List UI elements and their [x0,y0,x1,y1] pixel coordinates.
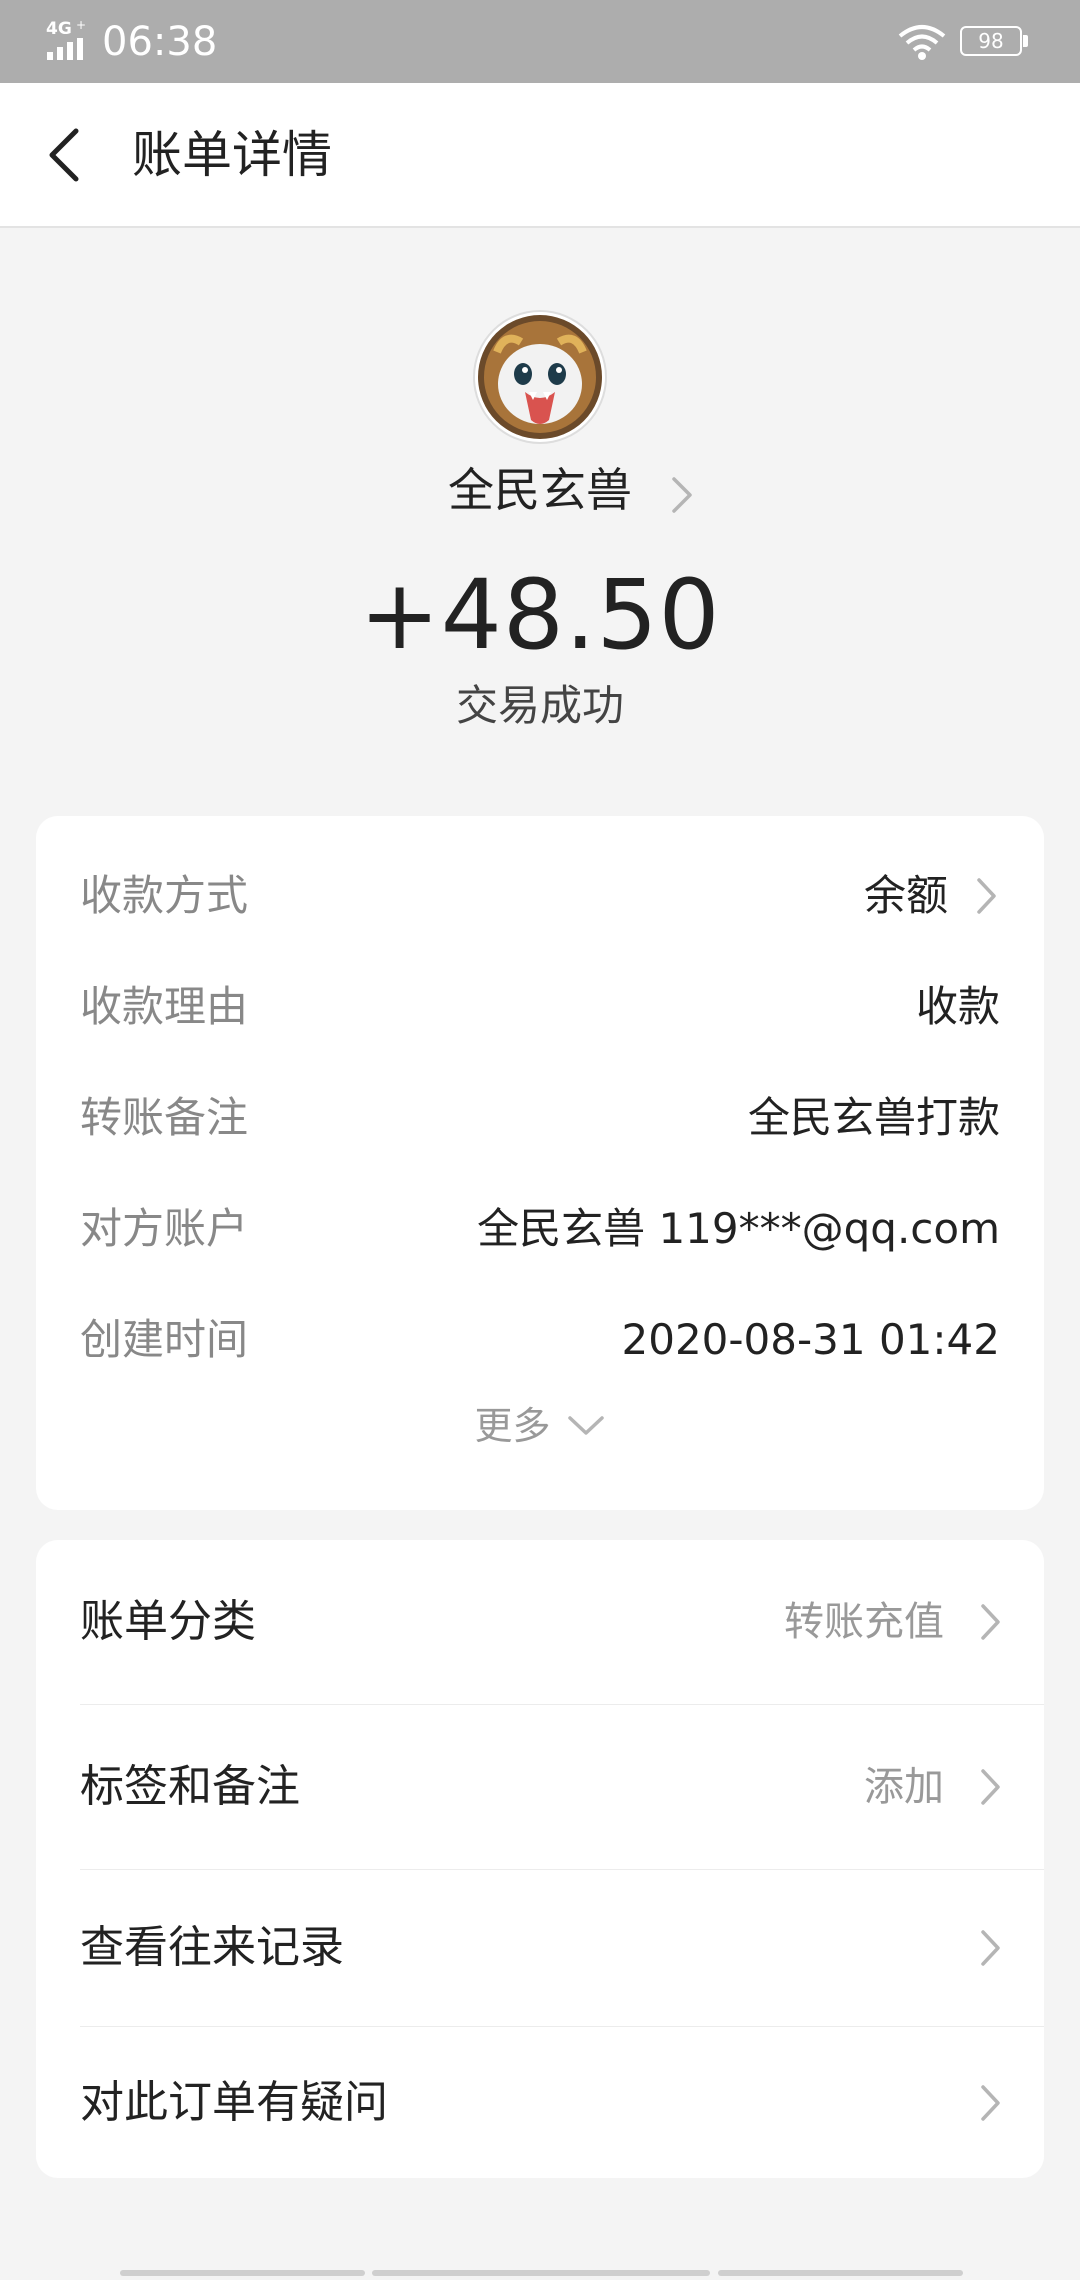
signal-4g-icon: 4G + [46,18,86,60]
detail-row-created-time: 创建时间 2020-08-31 01:42 [36,1304,1044,1376]
svg-text:+: + [76,18,86,32]
svg-text:4G: 4G [46,19,72,39]
detail-value: 收款 [915,982,1000,1031]
detail-label: 对方账户 [80,1204,249,1253]
actions-card: 账单分类 转账充值 标签和备注 添加 查看往来记录 对此订单有疑问 [36,1540,1044,2178]
payee-name[interactable]: 全民玄兽 [0,460,1080,520]
detail-label: 收款方式 [80,871,249,920]
chevron-right-icon [981,1930,1000,1966]
detail-value: 全民玄兽 119***@qq.com [477,1204,1000,1253]
detail-row-payment-method[interactable]: 收款方式 余额 [36,860,1044,932]
battery-icon: 98 [960,26,1030,58]
detail-label: 转账备注 [80,1093,249,1142]
menu-item-tags-notes[interactable]: 标签和备注 添加 [36,1705,1044,1869]
detail-label: 收款理由 [80,982,249,1031]
menu-item-bill-category[interactable]: 账单分类 转账充值 [36,1540,1044,1704]
payee-avatar[interactable] [475,312,605,442]
menu-value: 添加 [864,1764,944,1810]
app-header: 账单详情 [0,83,1080,228]
chevron-right-icon[interactable] [668,473,696,517]
poro-avatar-icon [478,315,602,439]
back-arrow-icon[interactable] [40,123,92,187]
chevron-right-icon [981,1604,1000,1640]
transaction-status: 交易成功 [455,681,624,730]
detail-value: 余额 [863,871,948,920]
menu-item-history[interactable]: 查看往来记录 [36,1870,1044,2026]
status-bar: 4G + 06:38 98 [0,0,1080,83]
menu-label: 对此订单有疑问 [80,2077,388,2128]
menu-label: 账单分类 [80,1596,256,1647]
detail-label: 创建时间 [80,1315,249,1364]
chevron-right-icon [977,878,996,914]
battery-level: 98 [960,26,1022,56]
detail-row-reason: 收款理由 收款 [36,971,1044,1043]
status-time: 06:38 [102,19,218,65]
menu-label: 查看往来记录 [80,1922,344,1973]
detail-value: 2020-08-31 01:42 [621,1315,1000,1364]
chevron-right-icon [981,2085,1000,2121]
chevron-right-icon [981,1769,1000,1805]
more-toggle[interactable]: 更多 [36,1396,1044,1466]
details-card: 收款方式 余额 收款理由 收款 转账备注 全民玄兽打款 对方账户 全民玄兽 11… [36,816,1044,1510]
chevron-down-icon [567,1416,604,1435]
page-title: 账单详情 [132,126,332,184]
bottom-nav-indicator [0,2266,1080,2280]
menu-item-order-question[interactable]: 对此订单有疑问 [36,2027,1044,2178]
detail-row-remark: 转账备注 全民玄兽打款 [36,1082,1044,1154]
wifi-icon [898,25,946,60]
menu-value: 转账充值 [784,1599,944,1645]
detail-value: 全民玄兽打款 [747,1093,1000,1142]
transaction-amount: +48.50 [359,559,721,671]
more-label: 更多 [474,1404,551,1448]
menu-label: 标签和备注 [80,1761,300,1812]
detail-row-counterparty: 对方账户 全民玄兽 119***@qq.com [36,1193,1044,1265]
